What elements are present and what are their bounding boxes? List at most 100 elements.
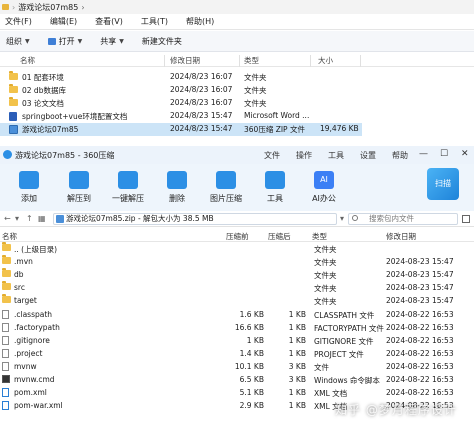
zip-file-row[interactable]: db 文件夹 2024-08-23 15:47: [0, 268, 474, 281]
zip-file-name: .. (上级目录): [14, 245, 58, 254]
zip-file-row[interactable]: .project 1.4 KB 1 KB PROJECT 文件 2024-08-22 1…: [0, 348, 474, 360]
folder-icon: [2, 281, 11, 291]
zip-file-name: mvnw: [14, 361, 37, 371]
menu-help[interactable]: 帮助(H): [177, 16, 223, 27]
menu-view[interactable]: 查看(V): [86, 16, 132, 27]
explorer-row[interactable]: 02 db数据库 2024/8/23 16:07 文件夹: [0, 84, 474, 97]
minimize-icon[interactable]: —: [419, 149, 428, 159]
zip-file-row[interactable]: .gitignore 1 KB 1 KB GITIGNORE 文件 2024-08-22…: [0, 335, 474, 347]
delete-icon: [167, 171, 187, 189]
zip-file-row[interactable]: target 文件夹 2024-08-23 15:47: [0, 294, 474, 307]
menu-file[interactable]: 文件(F): [0, 16, 41, 27]
zip-file-packed-size: 3 KB: [288, 375, 306, 384]
zip-file-row[interactable]: src 文件夹 2024-08-23 15:47: [0, 281, 474, 294]
ai-office-button[interactable]: AI AI办公: [306, 171, 342, 204]
zip-file-compressed-size: 16.6 KB: [234, 322, 264, 332]
zip-menu-file[interactable]: 文件: [264, 150, 280, 161]
file-modified: 2024/8/23 15:47: [170, 111, 233, 120]
add-label: 添加: [21, 194, 37, 203]
column-modified[interactable]: 修改日期: [386, 231, 416, 242]
file-type: Microsoft Word ...: [244, 111, 310, 120]
zip-file-row[interactable]: .. (上级目录) 文件夹: [0, 242, 474, 255]
organize-button[interactable]: 组织 ▼: [0, 36, 42, 47]
zip-toolbar: 添加 解压到 一键解压 删除 图片压缩 工具 AI AI办公: [0, 164, 474, 211]
column-compressed[interactable]: 压缩前: [226, 231, 249, 242]
zip-file-name: .mvn: [14, 257, 33, 267]
explorer-row-selected[interactable]: 游戏论坛07m85 2024/8/23 15:47 360压缩 ZIP 文件 1…: [0, 123, 362, 136]
xml-document-icon: [2, 388, 9, 398]
up-arrow-icon[interactable]: ↑: [26, 214, 33, 223]
column-name[interactable]: 名称: [20, 55, 35, 66]
zip-file-compressed-size: 6.5 KB: [239, 375, 264, 384]
zip-menu-tools[interactable]: 工具: [328, 150, 344, 161]
layout-toggle-icon[interactable]: [462, 215, 470, 223]
menu-tools[interactable]: 工具(T): [132, 16, 177, 27]
search-input[interactable]: 搜索包内文件: [348, 213, 458, 225]
delete-button[interactable]: 删除: [159, 171, 195, 204]
tools-button[interactable]: 工具: [257, 171, 293, 204]
zip-file-row[interactable]: .mvn 文件夹 2024-08-23 15:47: [0, 255, 474, 268]
zip-window: 游戏论坛07m85 - 360压缩 文件 操作 工具 设置 帮助 — ☐ ✕ 添…: [0, 146, 474, 431]
column-type[interactable]: 类型: [244, 55, 259, 66]
zip-menu-help[interactable]: 帮助: [392, 150, 408, 161]
zip-menu-settings[interactable]: 设置: [360, 150, 376, 161]
zip-file-name: target: [14, 296, 37, 306]
zip-file-compressed-size: 1.6 KB: [239, 309, 264, 319]
ai-office-icon: AI: [314, 171, 334, 189]
chevron-right-icon[interactable]: ›: [81, 3, 84, 12]
close-icon[interactable]: ✕: [461, 149, 469, 159]
explorer-breadcrumb[interactable]: 游戏论坛07m85: [18, 2, 78, 13]
zip-file-type: PROJECT 文件: [314, 349, 364, 359]
file-type: 文件夹: [244, 86, 267, 95]
zip-file-type: 文件夹: [314, 258, 337, 268]
share-button[interactable]: 共享 ▼: [94, 36, 136, 47]
organize-label: 组织: [6, 36, 22, 46]
zip-file-name: .gitignore: [14, 335, 50, 345]
menu-edit[interactable]: 编辑(E): [41, 16, 86, 27]
dropdown-arrow-icon[interactable]: ▾: [15, 214, 19, 223]
breadcrumb-separator-icon: ›: [12, 2, 16, 12]
column-type[interactable]: 类型: [312, 231, 327, 242]
zip-file-row[interactable]: mvnw 10.1 KB 3 KB 文件 2024-08-22 16:53: [0, 361, 474, 373]
explorer-row[interactable]: 01 配套环境 2024/8/23 16:07 文件夹: [0, 71, 474, 84]
file-name: 01 配套环境: [22, 73, 64, 82]
open-button[interactable]: 打开 ▼: [42, 36, 95, 47]
zip-file-row[interactable]: mvnw.cmd 6.5 KB 3 KB Windows 命令脚本 2024-08-22…: [0, 374, 474, 386]
column-modified[interactable]: 修改日期: [170, 55, 200, 66]
zip-file-modified: 2024-08-23 15:47: [386, 283, 454, 293]
one-click-extract-button[interactable]: 一键解压: [110, 171, 146, 204]
zip-file-packed-size: 3 KB: [288, 361, 306, 371]
tools-label: 工具: [267, 194, 283, 203]
zip-file-modified: 2024-08-22 16:53: [386, 388, 454, 398]
explorer-row[interactable]: 03 论文文档 2024/8/23 16:07 文件夹: [0, 97, 474, 110]
grid-view-icon[interactable]: ▦: [38, 214, 46, 223]
zip-path-field[interactable]: 游戏论坛07m85.zip - 解包大小为 38.5 MB: [53, 213, 337, 225]
back-arrow-icon[interactable]: ←: [4, 214, 11, 223]
image-compress-label: 图片压缩: [210, 194, 242, 203]
new-folder-button[interactable]: 新建文件夹: [136, 36, 194, 47]
maximize-icon[interactable]: ☐: [440, 149, 448, 159]
zip-file-row[interactable]: .factorypath 16.6 KB 1 KB FACTORYPATH 文件 202…: [0, 322, 474, 334]
zip-file-row[interactable]: pom.xml 5.1 KB 1 KB XML 文档 2024-08-22 16:53: [0, 387, 474, 399]
explorer-row[interactable]: springboot+vue环境配置文档 2024/8/23 15:47 Mic…: [0, 110, 474, 123]
zip-file-type: GITIGNORE 文件: [314, 336, 374, 346]
zip-file-modified: 2024-08-23 15:47: [386, 296, 454, 306]
dropdown-arrow-icon: ▼: [119, 37, 124, 45]
dropdown-arrow-icon[interactable]: ▾: [340, 214, 344, 223]
zip-address-bar: ← ▾ ↑ ▦ 游戏论坛07m85.zip - 解包大小为 38.5 MB ▾ …: [0, 211, 474, 227]
zip-file-row[interactable]: .classpath 1.6 KB 1 KB CLASSPATH 文件 2024-08-…: [0, 309, 474, 321]
add-button[interactable]: 添加: [11, 171, 47, 204]
column-size[interactable]: 大小: [318, 55, 333, 66]
zip-file-type: FACTORYPATH 文件: [314, 323, 384, 333]
zip-menu-operate[interactable]: 操作: [296, 150, 312, 161]
zip-file-packed-size: 1 KB: [288, 335, 306, 345]
zip-file-compressed-size: 5.1 KB: [239, 388, 264, 398]
column-size[interactable]: 压缩后: [268, 231, 291, 242]
scan-button[interactable]: 扫描: [427, 168, 459, 200]
column-name[interactable]: 名称: [2, 231, 17, 242]
image-compress-button[interactable]: 图片压缩: [208, 171, 244, 204]
zip-file-compressed-size: 2.9 KB: [239, 401, 264, 411]
extract-to-button[interactable]: 解压到: [61, 171, 97, 204]
file-modified: 2024/8/23 16:07: [170, 85, 233, 94]
file-modified: 2024/8/23 16:07: [170, 98, 233, 107]
